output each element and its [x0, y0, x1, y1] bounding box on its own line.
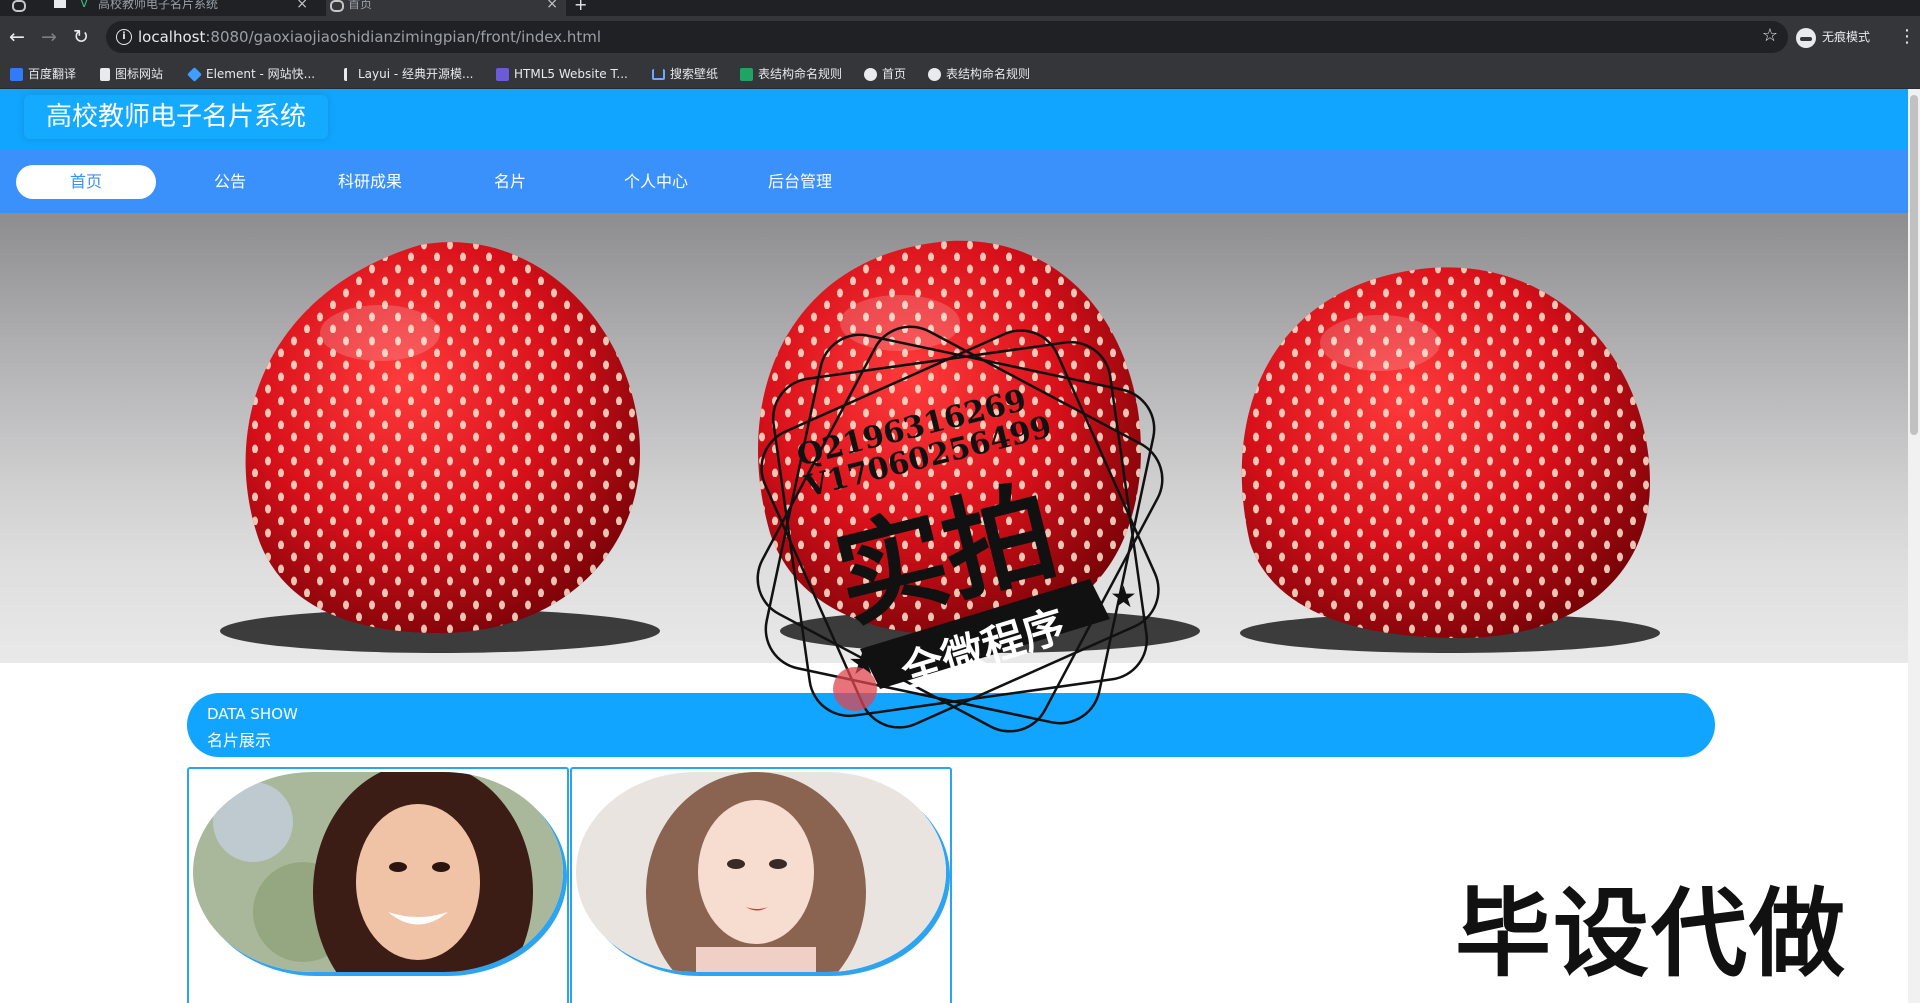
teacher-card[interactable]: [570, 767, 952, 1003]
cursor-highlight: [833, 667, 877, 711]
bookmark-item[interactable]: 首页: [864, 60, 906, 88]
info-icon[interactable]: i: [116, 29, 132, 45]
bookmark-label: 图标网站: [115, 67, 164, 81]
close-tab-icon[interactable]: ×: [546, 0, 558, 11]
forward-button[interactable]: →: [38, 26, 60, 48]
bookmark-label: 百度翻译: [28, 67, 77, 81]
browser-tab-2[interactable]: 首页 ×: [326, 0, 566, 16]
wallpaper-icon: [652, 69, 665, 80]
incognito-label: 无痕模式: [1822, 30, 1871, 44]
section-title-cn: 名片展示: [207, 731, 272, 750]
nav-admin[interactable]: 后台管理: [730, 165, 870, 199]
main-nav: 首页 公告 科研成果 名片 个人中心 后台管理: [0, 149, 1908, 213]
bookmark-label: 表结构命名规则: [946, 67, 1031, 81]
bookmark-label: Element - 网站快...: [206, 67, 316, 81]
bookmark-label: 表结构命名规则: [758, 67, 843, 81]
bookmark-label: HTML5 Website T...: [514, 67, 628, 81]
watermark-corner-text: 毕设代做: [1455, 878, 1847, 990]
nav-research[interactable]: 科研成果: [300, 165, 440, 199]
globe-icon: [12, 0, 26, 12]
bookmark-star-icon[interactable]: ☆: [1762, 25, 1778, 46]
globe-icon: [864, 68, 877, 81]
bookmarks-bar: 百度翻译 图标网站 Element - 网站快... Layui - 经典开源模…: [0, 60, 1920, 89]
bookmark-item[interactable]: 搜索壁纸: [652, 60, 718, 88]
teacher-card[interactable]: [187, 767, 569, 1003]
browser-tab-bar: V 高校教师电子名片系统 × 首页 × +: [0, 0, 1920, 16]
tab-title: 高校教师电子名片系统: [98, 0, 219, 11]
nav-home[interactable]: 首页: [16, 165, 156, 199]
teacher-photo: [193, 772, 563, 972]
bookmark-label: 搜索壁纸: [670, 67, 719, 81]
section-title-en: DATA SHOW: [207, 705, 298, 723]
bookmark-item[interactable]: 图标网站: [100, 60, 163, 88]
reload-button[interactable]: ↻: [70, 26, 92, 48]
browser-tab-blank[interactable]: [52, 0, 70, 16]
teacher-photo: [576, 772, 946, 972]
bookmark-label: Layui - 经典开源模...: [358, 67, 474, 81]
nav-cards[interactable]: 名片: [440, 165, 580, 199]
page-icon: [54, 0, 66, 8]
incognito-icon: [1796, 27, 1816, 48]
element-icon: [187, 67, 202, 82]
bookmark-item[interactable]: 百度翻译: [10, 60, 76, 88]
flag-icon: [100, 68, 110, 81]
new-tab-button[interactable]: +: [574, 0, 594, 16]
browser-tab-pinned[interactable]: [8, 0, 48, 16]
scrollbar-thumb[interactable]: [1910, 95, 1918, 435]
bookmark-item[interactable]: 表结构命名规则: [928, 60, 1030, 88]
bookmark-item[interactable]: Element - 网站快...: [187, 60, 316, 88]
nav-notice[interactable]: 公告: [160, 165, 300, 199]
browser-tab-1[interactable]: V 高校教师电子名片系统 ×: [76, 0, 316, 16]
back-button[interactable]: ←: [6, 26, 28, 48]
layui-icon: [344, 68, 353, 81]
tab-title: 首页: [348, 0, 373, 11]
star-icon: ★: [1110, 580, 1137, 615]
site-title: 高校教师电子名片系统: [24, 95, 329, 139]
url-path: :8080/gaoxiaojiaoshidianzimingpian/front…: [205, 28, 602, 46]
bookmark-item[interactable]: Layui - 经典开源模...: [344, 60, 473, 88]
translate-icon: [10, 68, 23, 81]
watermark-stamp: Q2196316269 V17060256499 实拍 全微程序 ★ ★: [756, 325, 1164, 733]
nav-profile[interactable]: 个人中心: [586, 165, 726, 199]
page-viewport: 高校教师电子名片系统 首页 公告 科研成果 名片 个人中心 后台管理 DATA …: [0, 89, 1908, 1003]
url-text: localhost:8080/gaoxiaojiaoshidianzimingp…: [138, 28, 601, 46]
vue-icon: V: [80, 0, 89, 10]
bookmark-label: 首页: [882, 67, 907, 81]
browser-toolbar: ← → ↻ i localhost:8080/gaoxiaojiaoshidia…: [0, 16, 1920, 60]
browser-menu-icon[interactable]: ⋮: [1898, 26, 1916, 48]
address-bar[interactable]: i localhost:8080/gaoxiaojiaoshidianzimin…: [106, 21, 1788, 53]
incognito-indicator[interactable]: 无痕模式: [1796, 26, 1870, 48]
close-tab-icon[interactable]: ×: [296, 0, 308, 11]
site-header: 高校教师电子名片系统: [0, 89, 1908, 149]
page-scrollbar[interactable]: [1908, 89, 1920, 1003]
url-host: localhost: [138, 28, 206, 46]
bookmark-item[interactable]: HTML5 Website T...: [496, 60, 628, 88]
html5-icon: [496, 68, 509, 81]
bookmark-item[interactable]: 表结构命名规则: [740, 60, 842, 88]
sheet-icon: [740, 68, 753, 81]
globe-icon: [330, 0, 344, 12]
globe-icon: [928, 68, 941, 81]
